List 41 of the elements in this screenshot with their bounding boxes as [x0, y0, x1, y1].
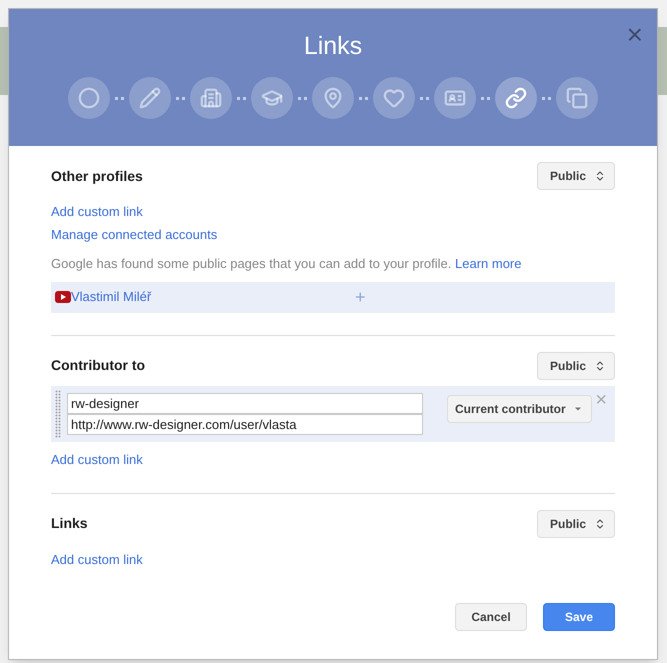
link-icon — [505, 87, 527, 109]
pencil-icon — [139, 87, 161, 109]
learn-more-link[interactable]: Learn more — [455, 256, 522, 271]
section-title: Contributor to — [51, 356, 146, 375]
step-tab[interactable] — [129, 77, 171, 119]
visibility-select[interactable]: Public — [536, 352, 615, 380]
add-link[interactable]: Add custom link — [51, 548, 143, 570]
building-icon — [200, 87, 222, 109]
add-link[interactable]: Add custom link — [51, 200, 143, 223]
step-tab[interactable] — [312, 77, 354, 119]
status-dropdown[interactable]: Current contributor — [447, 394, 592, 422]
visibility-select[interactable]: Public — [536, 162, 615, 190]
heart-icon — [383, 87, 405, 109]
save-button[interactable]: Save — [543, 602, 615, 630]
close-button[interactable]: × — [626, 21, 643, 49]
map-pin-icon — [322, 87, 344, 109]
dialog-title: Links — [304, 31, 362, 61]
cancel-button[interactable]: Cancel — [455, 602, 527, 630]
up-down-icon — [594, 360, 606, 372]
url-field[interactable]: http://www.rw-designer.com/user/vlasta — [67, 414, 423, 434]
add-link[interactable]: Manage connected accounts — [51, 223, 218, 246]
drag-handle[interactable] — [55, 390, 61, 438]
step-tab[interactable] — [251, 77, 293, 119]
up-down-icon — [594, 518, 606, 530]
step-tab[interactable] — [68, 77, 110, 119]
section-title: Links — [51, 514, 88, 533]
step-tab[interactable] — [556, 77, 598, 119]
label-field[interactable]: rw-designer — [67, 392, 423, 414]
add-link[interactable]: Add custom link — [51, 448, 143, 470]
up-down-icon — [594, 170, 606, 182]
profile-link[interactable]: Vlastimil Miléř — [71, 287, 152, 307]
step-tab[interactable] — [495, 77, 537, 119]
video-play-icon — [55, 291, 71, 303]
copy-icon — [566, 87, 588, 109]
step-tab[interactable] — [373, 77, 415, 119]
section-title: Other profiles — [51, 166, 143, 186]
visibility-select[interactable]: Public — [536, 510, 615, 538]
step-tab[interactable] — [190, 77, 232, 119]
step-tab[interactable] — [434, 77, 476, 119]
suggestion-note: Google has found some public pages that you can add to your profile. Learn more — [51, 255, 522, 273]
circle-icon — [78, 87, 100, 109]
